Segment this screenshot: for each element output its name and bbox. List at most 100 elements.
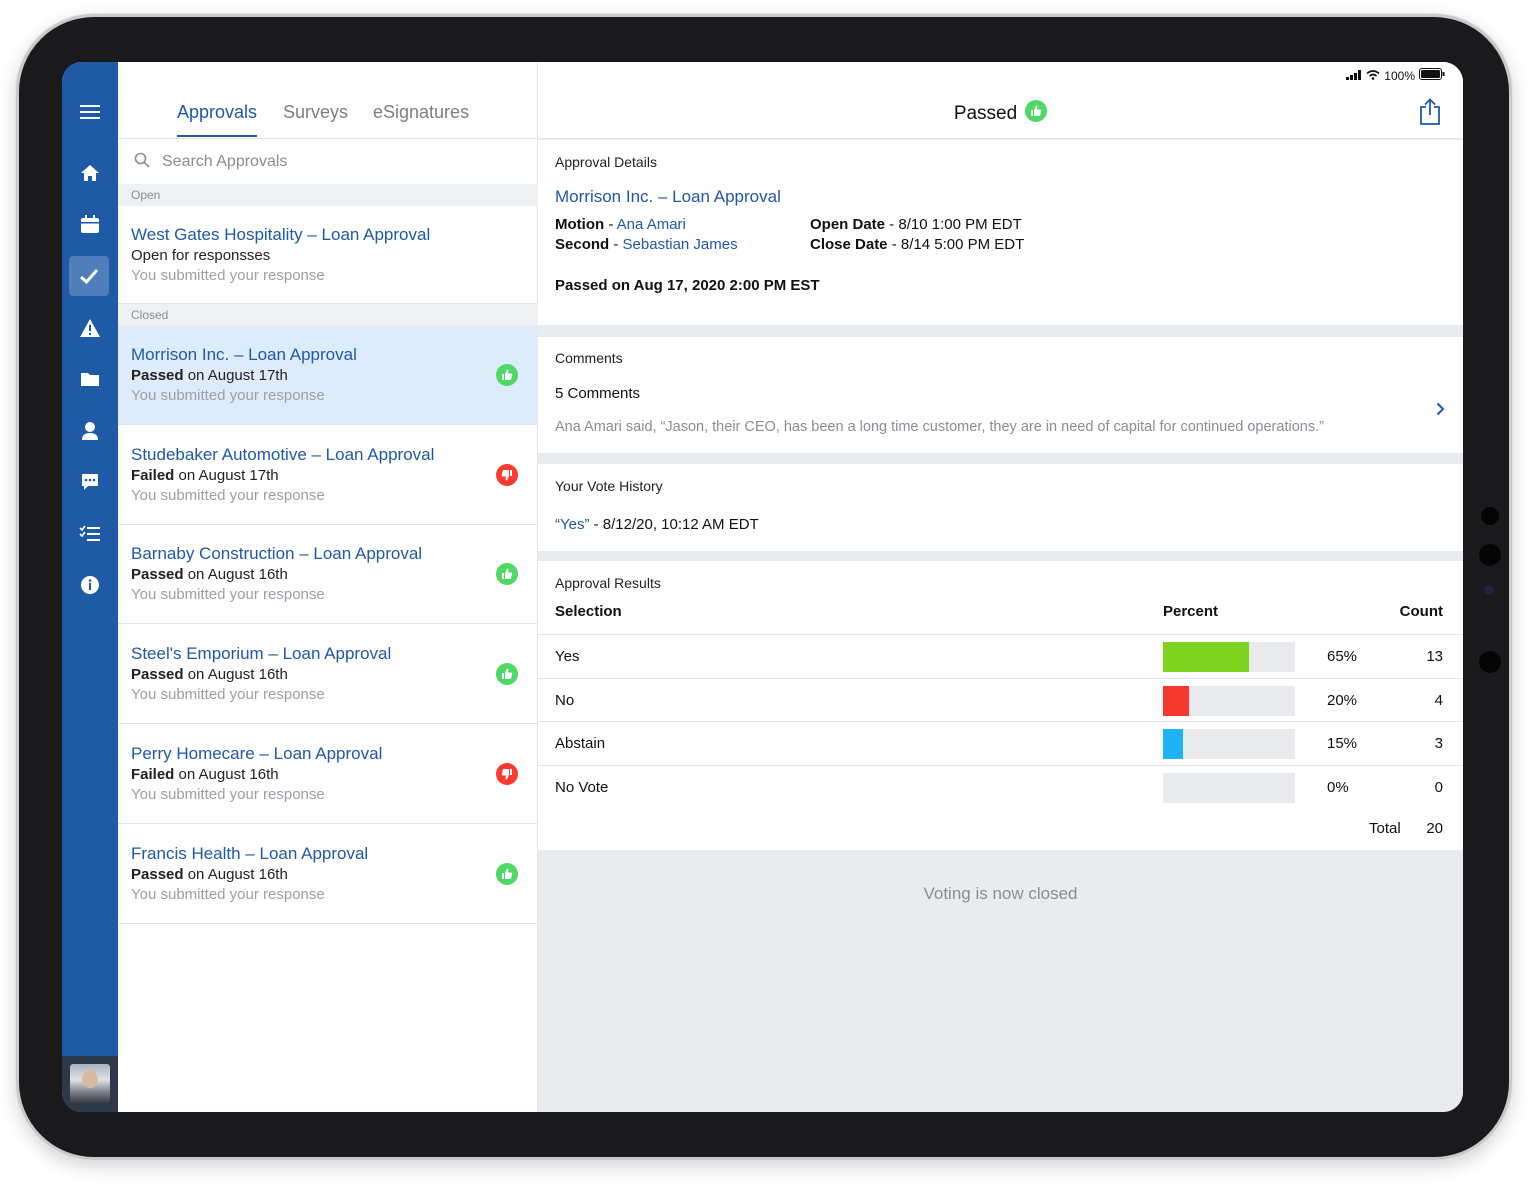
percent-value: 0% — [1327, 778, 1349, 796]
percent-bar-track — [1163, 642, 1295, 672]
item-subtitle: You submitted your response — [131, 586, 325, 604]
percent-value: 15% — [1327, 735, 1358, 752]
folder-icon[interactable] — [62, 359, 118, 399]
item-status: Passed on August 16th — [131, 565, 538, 585]
section-label: Comments — [555, 350, 623, 366]
col-header-count: Count — [1399, 603, 1443, 620]
list-item[interactable]: West Gates Hospitality – Loan Approval O… — [118, 206, 538, 304]
detail-pane: 100% Passed Approval Details Morrison In… — [538, 62, 1463, 1112]
percent-bar-track — [1163, 729, 1295, 759]
list-item[interactable]: Barnaby Construction – Loan Approval Pass… — [118, 525, 538, 625]
approval-details-card: Approval Details Morrison Inc. – Loan Ap… — [538, 140, 1463, 325]
item-subtitle: You submitted your response — [131, 785, 325, 803]
open-date-label: Open Date — [810, 216, 886, 233]
motion-line: Motion - Ana Amari — [555, 216, 686, 233]
percent-bar-fill — [1163, 642, 1249, 672]
item-subtitle: You submitted your response — [131, 387, 325, 404]
item-title: Studebaker Automotive – Loan Approval — [131, 444, 435, 464]
thumbs-up-icon — [496, 364, 518, 386]
warning-icon[interactable] — [62, 308, 118, 348]
info-icon[interactable] — [62, 565, 118, 605]
hardware-dot — [1479, 544, 1501, 566]
approval-name[interactable]: Morrison Inc. – Loan Approval — [555, 187, 781, 207]
count-value: 4 — [1434, 691, 1443, 709]
item-subtitle: You submitted your response — [131, 686, 325, 704]
list-item[interactable]: Francis Health – Loan Approval Passed on … — [118, 825, 538, 924]
camera-lens — [1484, 585, 1494, 595]
motion-name[interactable]: Ana Amari — [617, 216, 686, 233]
item-title: Barnaby Construction – Loan Approval — [131, 544, 423, 564]
total-label: Total — [1369, 820, 1401, 837]
person-icon[interactable] — [62, 411, 118, 451]
item-status: Open for responsses — [131, 247, 271, 264]
menu-icon[interactable] — [62, 92, 118, 132]
results-row: Yes 65% 13 — [538, 634, 1463, 677]
close-date-line: Close Date - 8/14 5:00 PM EDT — [810, 236, 1025, 253]
col-header-percent: Percent — [1163, 603, 1219, 620]
comments-card[interactable]: Comments 5 Comments Ana Amari said, “Jas… — [538, 337, 1463, 453]
thumbs-up-icon — [496, 862, 518, 885]
tab-esignatures[interactable]: eSignatures — [373, 102, 469, 135]
col-header-selection: Selection — [555, 603, 622, 620]
thumbs-down-icon — [496, 463, 518, 486]
list-item[interactable]: Studebaker Automotive – Loan Approval Fai… — [118, 426, 538, 525]
item-status-date: on August 16th — [183, 865, 288, 883]
item-status-date: on August 17th — [183, 367, 288, 384]
comments-count: 5 Comments — [555, 385, 641, 402]
percent-value: 20% — [1327, 691, 1358, 709]
results-row: Abstain 15% 3 — [538, 721, 1463, 764]
item-status-label: Passed — [131, 865, 184, 883]
chevron-right-icon[interactable] — [1436, 402, 1445, 421]
battery-percent: 100% — [1384, 68, 1415, 83]
search-icon — [134, 152, 150, 173]
item-status: Failed on August 16th — [131, 765, 538, 785]
item-status-label: Failed — [131, 466, 175, 484]
percent-bar-track — [1163, 685, 1295, 716]
thumbs-up-icon — [496, 663, 518, 686]
home-icon[interactable] — [62, 153, 118, 193]
approval-results-card: Approval Results Selection Percent Count… — [538, 561, 1463, 850]
tab-approvals[interactable]: Approvals — [177, 102, 258, 137]
search-bar[interactable]: Search Approvals — [118, 140, 538, 184]
item-title: Morrison Inc. – Loan Approval — [131, 345, 357, 364]
item-status: Passed on August 17th — [131, 366, 538, 386]
share-icon[interactable] — [1419, 98, 1441, 131]
percent-bar-fill — [1163, 729, 1183, 759]
comment-preview: Ana Amari said, “Jason, their CEO, has b… — [555, 419, 1324, 435]
chat-icon[interactable] — [62, 462, 118, 502]
approvals-list-pane: Approvals Surveys eSignatures Search App… — [118, 62, 538, 1112]
passed-on-text: Passed on Aug 17, 2020 2:00 PM EST — [555, 277, 820, 294]
item-status-date: on August 16th — [174, 765, 279, 783]
vote-history-card: Your Vote History “Yes” - 8/12/20, 10:12… — [538, 464, 1463, 551]
list-item[interactable]: Morrison Inc. – Loan Approval Passed on A… — [118, 326, 538, 425]
hardware-dot — [1479, 651, 1501, 673]
item-subtitle: You submitted your response — [131, 486, 325, 504]
item-status-date: on August 16th — [183, 666, 288, 684]
checklist-icon[interactable] — [62, 514, 118, 554]
calendar-icon[interactable] — [62, 204, 118, 244]
item-title: Francis Health – Loan Approval — [131, 843, 369, 863]
avatar[interactable] — [70, 1064, 110, 1104]
item-status-label: Passed — [131, 666, 184, 684]
app-screen: Approvals Surveys eSignatures Search App… — [62, 62, 1463, 1112]
tab-surveys[interactable]: Surveys — [283, 102, 348, 135]
results-row: No 20% 4 — [538, 677, 1463, 721]
tablet-frame: Approvals Surveys eSignatures Search App… — [16, 14, 1512, 1160]
tab-bar: Approvals Surveys eSignatures — [118, 62, 538, 139]
second-line: Second - Sebastian James — [555, 236, 738, 253]
item-status-date: on August 17th — [174, 466, 279, 484]
count-value: 3 — [1434, 735, 1443, 752]
item-status: Passed on August 16th — [131, 665, 538, 685]
list-item[interactable]: Steel's Emporium – Loan Approval Passed o… — [118, 625, 538, 725]
vote-entry: “Yes” - 8/12/20, 10:12 AM EDT — [555, 516, 759, 533]
profile-area — [62, 1056, 118, 1112]
search-input[interactable]: Search Approvals — [162, 153, 287, 171]
item-status: Passed on August 16th — [131, 865, 538, 885]
detail-header: 100% Passed — [538, 62, 1463, 139]
second-name[interactable]: Sebastian James — [623, 236, 738, 253]
percent-bar-track — [1163, 772, 1295, 803]
hardware-dot — [1481, 507, 1499, 525]
selection-label: No — [555, 691, 575, 709]
list-item[interactable]: Perry Homecare – Loan Approval Failed on … — [118, 725, 538, 824]
approvals-checkmark-icon[interactable] — [69, 256, 109, 296]
